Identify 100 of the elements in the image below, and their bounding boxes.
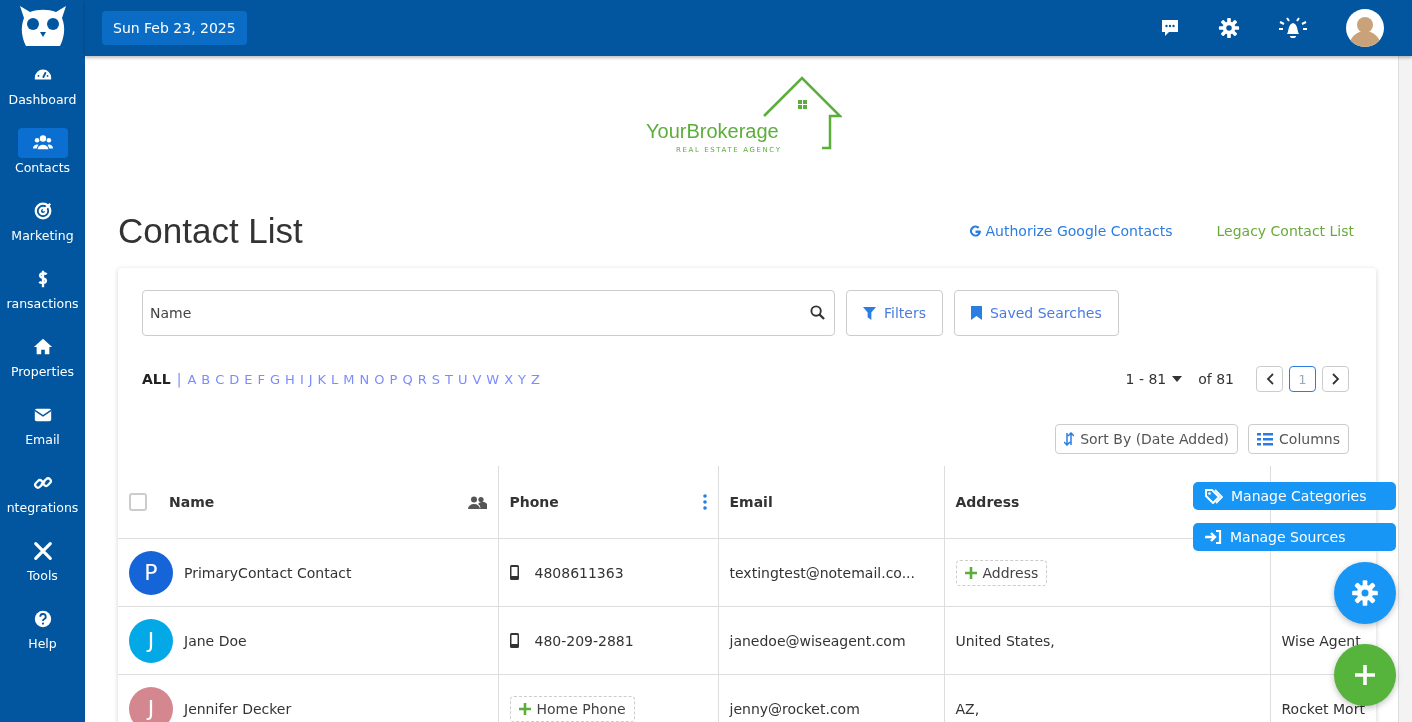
letter-filter[interactable]: J	[308, 371, 313, 387]
manage-categories-button[interactable]: Manage Categories	[1193, 482, 1396, 510]
add-phone-button[interactable]: Home Phone	[509, 695, 635, 722]
email-text: textingtest@notemail.co...	[729, 564, 916, 581]
columns-icon	[1257, 432, 1274, 446]
letter-filter[interactable]: Y	[518, 371, 527, 387]
letter-filter[interactable]: R	[417, 371, 427, 387]
chat-icon[interactable]	[1160, 18, 1180, 38]
email-text: jenny@rocket.com	[729, 700, 860, 717]
mobile-phone-icon	[509, 565, 519, 580]
legacy-link[interactable]: Legacy Contact List	[1216, 223, 1354, 239]
contact-name[interactable]: Jennifer Decker	[184, 700, 292, 717]
letter-filter[interactable]: T	[444, 371, 453, 387]
search-field[interactable]: Name	[142, 290, 835, 336]
letter-filter[interactable]: I	[299, 371, 304, 387]
source-text: Rocket Mort	[1281, 700, 1365, 717]
previous-page-button[interactable]	[1256, 366, 1283, 392]
next-page-button[interactable]	[1322, 366, 1349, 392]
letter-filter[interactable]: N	[359, 371, 370, 387]
chevron-left-icon	[1265, 373, 1274, 385]
page-button[interactable]: 1	[1289, 366, 1316, 392]
bookmark-icon	[970, 306, 982, 320]
page-size-dropdown[interactable]: 1 - 81	[1125, 371, 1183, 387]
letter-filter[interactable]: A	[187, 371, 197, 387]
page-title: Contact List	[118, 211, 303, 251]
filters-button[interactable]: Filters	[846, 290, 943, 336]
phone-number[interactable]: 4808611363	[534, 564, 624, 581]
sidebar-item[interactable]: ransactions	[0, 264, 85, 332]
letter-filter[interactable]: Z	[531, 371, 540, 387]
chevron-right-icon	[1331, 373, 1340, 385]
letter-filter[interactable]: L	[331, 371, 339, 387]
separator: |	[176, 371, 182, 387]
plus-icon	[1353, 663, 1377, 687]
letter-filter[interactable]: P	[389, 371, 398, 387]
tag-icon	[1205, 488, 1223, 504]
target-icon	[32, 201, 53, 221]
email-text: janedoe@wiseagent.com	[729, 632, 906, 649]
letter-filter[interactable]: M	[343, 371, 355, 387]
sign-in-icon	[1205, 530, 1222, 544]
initial-avatar: J	[129, 618, 173, 663]
letter-filter[interactable]: Q	[402, 371, 413, 387]
house-icon	[32, 337, 53, 357]
people-icon[interactable]	[467, 495, 487, 509]
contact-name[interactable]: PrimaryContact Contact	[184, 564, 352, 581]
google-icon	[968, 224, 982, 238]
letter-filter[interactable]: X	[504, 371, 514, 387]
help-icon	[32, 609, 53, 629]
sort-icon	[1064, 432, 1075, 446]
letter-filter[interactable]: D	[229, 371, 240, 387]
plus-icon	[964, 566, 977, 579]
initial-avatar: J	[129, 686, 173, 722]
funnel-icon	[863, 306, 876, 320]
column-header: Name	[169, 494, 215, 510]
column-header: Email	[729, 494, 773, 510]
user-avatar[interactable]	[1346, 9, 1384, 47]
address-text: AZ,	[955, 700, 980, 717]
letter-filter[interactable]: H	[285, 371, 295, 387]
authorize-link[interactable]: Authorize Google Contacts	[968, 223, 1173, 239]
sidebar-item[interactable]: Dashboard	[0, 60, 85, 128]
letter-filter[interactable]: W	[486, 371, 500, 387]
brand-name: YourBrokerage	[646, 120, 779, 143]
letter-filter[interactable]: B	[201, 371, 211, 387]
sidebar-item[interactable]: Help	[0, 604, 85, 672]
letter-filter[interactable]: K	[317, 371, 327, 387]
source-text: Wise Agent	[1281, 632, 1361, 649]
plus-icon	[518, 702, 531, 715]
letter-filter[interactable]: F	[257, 371, 266, 387]
columns-button[interactable]: Columns	[1248, 424, 1349, 454]
search-icon	[810, 305, 825, 320]
phone-number[interactable]: 480-209-2881	[534, 632, 634, 649]
letter-filter[interactable]: V	[472, 371, 482, 387]
sidebar-item[interactable]: Contacts	[0, 128, 85, 196]
letter-filter[interactable]: U	[457, 371, 468, 387]
sidebar-item[interactable]: Properties	[0, 332, 85, 400]
letter-filter[interactable]: ALL	[142, 371, 171, 387]
sidebar-item[interactable]: ntegrations	[0, 468, 85, 536]
sidebar-item[interactable]: Tools	[0, 536, 85, 604]
column-header: Phone	[509, 494, 559, 510]
select-all-checkbox[interactable]	[129, 493, 147, 511]
contact-name[interactable]: Jane Doe	[184, 632, 247, 649]
address-text: United States,	[955, 632, 1055, 649]
letter-filter[interactable]: E	[244, 371, 253, 387]
date-chip: Sun Feb 23, 2025	[102, 11, 247, 45]
scrollbar[interactable]	[1398, 56, 1412, 722]
settings-button[interactable]	[1334, 562, 1396, 624]
mobile-phone-icon	[509, 633, 519, 648]
bell-icon[interactable]	[1278, 16, 1308, 40]
sidebar-item[interactable]: Marketing	[0, 196, 85, 264]
add-address-button[interactable]: Address	[955, 559, 1048, 586]
letter-filter[interactable]: S	[431, 371, 440, 387]
letter-filter[interactable]: O	[374, 371, 385, 387]
manage-sources-button[interactable]: Manage Sources	[1193, 523, 1396, 551]
caret-icon	[1172, 376, 1183, 382]
saved-searches-button[interactable]: Saved Searches	[953, 290, 1119, 336]
settings-icon[interactable]	[1218, 17, 1240, 39]
letter-filter[interactable]: G	[270, 371, 281, 387]
sort-button[interactable]: Sort By (Date Added)	[1055, 424, 1239, 454]
sidebar-item[interactable]: Email	[0, 400, 85, 468]
letter-filter[interactable]: C	[215, 371, 225, 387]
more-icon[interactable]	[702, 494, 707, 510]
